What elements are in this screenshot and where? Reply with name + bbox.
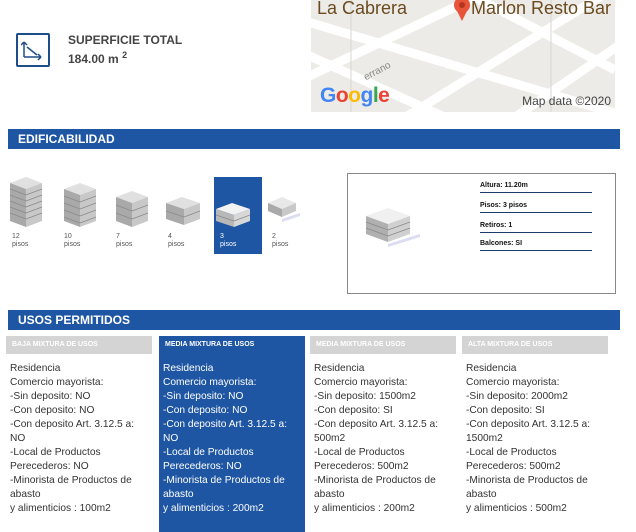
uso-column-media[interactable]: MEDIA MIXTURA DE USOS Residencia Comerci…	[159, 336, 305, 532]
detail-balcones: Balcones: SI	[480, 240, 592, 251]
selected-building-icon	[365, 208, 420, 247]
uso-column-header: ALTA MIXTURA DE USOS	[462, 336, 608, 354]
superficie-text: SUPERFICIE TOTAL 184.00 m 2	[68, 33, 182, 67]
building-option-10[interactable]: 10 pisos	[58, 177, 106, 254]
building-option-7[interactable]: 7 pisos	[110, 177, 158, 254]
uso-column-header: BAJA MIXTURA DE USOS	[6, 336, 152, 354]
map-credit[interactable]: Map data ©2020	[522, 94, 611, 108]
building-option-4[interactable]: 4 pisos	[162, 177, 210, 254]
uso-column-media-alt[interactable]: MEDIA MIXTURA DE USOS Residencia Comerci…	[310, 336, 456, 532]
superficie-block: SUPERFICIE TOTAL 184.00 m 2	[16, 33, 182, 67]
edificabilidad-header: EDIFICABILIDAD	[8, 129, 620, 149]
superficie-value: 184.00 m 2	[68, 50, 128, 66]
building-3-icon	[215, 203, 251, 227]
google-logo[interactable]: Google	[320, 84, 390, 108]
building-12-icon	[9, 177, 43, 227]
edificabilidad-detail-panel: Altura: 11.20m Pisos: 3 pisos Retiros: 1…	[347, 173, 616, 294]
map-place-label: La Cabrera	[317, 0, 408, 18]
detail-retiros: Retiros: 1	[480, 222, 592, 233]
detail-pisos: Pisos: 3 pisos	[480, 202, 592, 213]
uso-column-header: MEDIA MIXTURA DE USOS	[159, 336, 305, 354]
map-widget[interactable]: La Cabrera Marlon Resto Bar errano Googl…	[311, 0, 615, 112]
uso-column-body: Residencia Comercio mayorista: -Sin depo…	[314, 363, 439, 514]
building-option-12[interactable]: 12 pisos	[6, 177, 54, 254]
uso-column-body: Residencia Comercio mayorista: -Sin depo…	[466, 363, 591, 514]
building-options: 12 pisos 10 pisos 7 pisos 4 pisos 3 piso…	[6, 177, 318, 254]
detail-altura: Altura: 11.20m	[480, 182, 592, 193]
map-poi-label: Marlon Resto Bar	[471, 0, 612, 18]
uso-column-body: Residencia Comercio mayorista: -Sin depo…	[10, 363, 135, 514]
building-4-icon	[165, 197, 201, 225]
building-7-icon	[115, 191, 149, 227]
superficie-title: SUPERFICIE TOTAL	[68, 33, 183, 47]
uso-column-baja[interactable]: BAJA MIXTURA DE USOS Residencia Comercio…	[6, 336, 152, 532]
usos-header: USOS PERMITIDOS	[8, 310, 620, 330]
uso-column-body: Residencia Comercio mayorista: -Sin depo…	[159, 354, 305, 532]
uso-column-alta[interactable]: ALTA MIXTURA DE USOS Residencia Comercio…	[462, 336, 608, 532]
building-10-icon	[63, 183, 97, 227]
building-2-icon	[268, 197, 300, 222]
area-arrows-icon	[16, 33, 50, 67]
building-option-2[interactable]: 2 pisos	[266, 177, 314, 254]
building-option-3[interactable]: 3 pisos	[214, 177, 262, 254]
uso-column-header: MEDIA MIXTURA DE USOS	[310, 336, 456, 354]
